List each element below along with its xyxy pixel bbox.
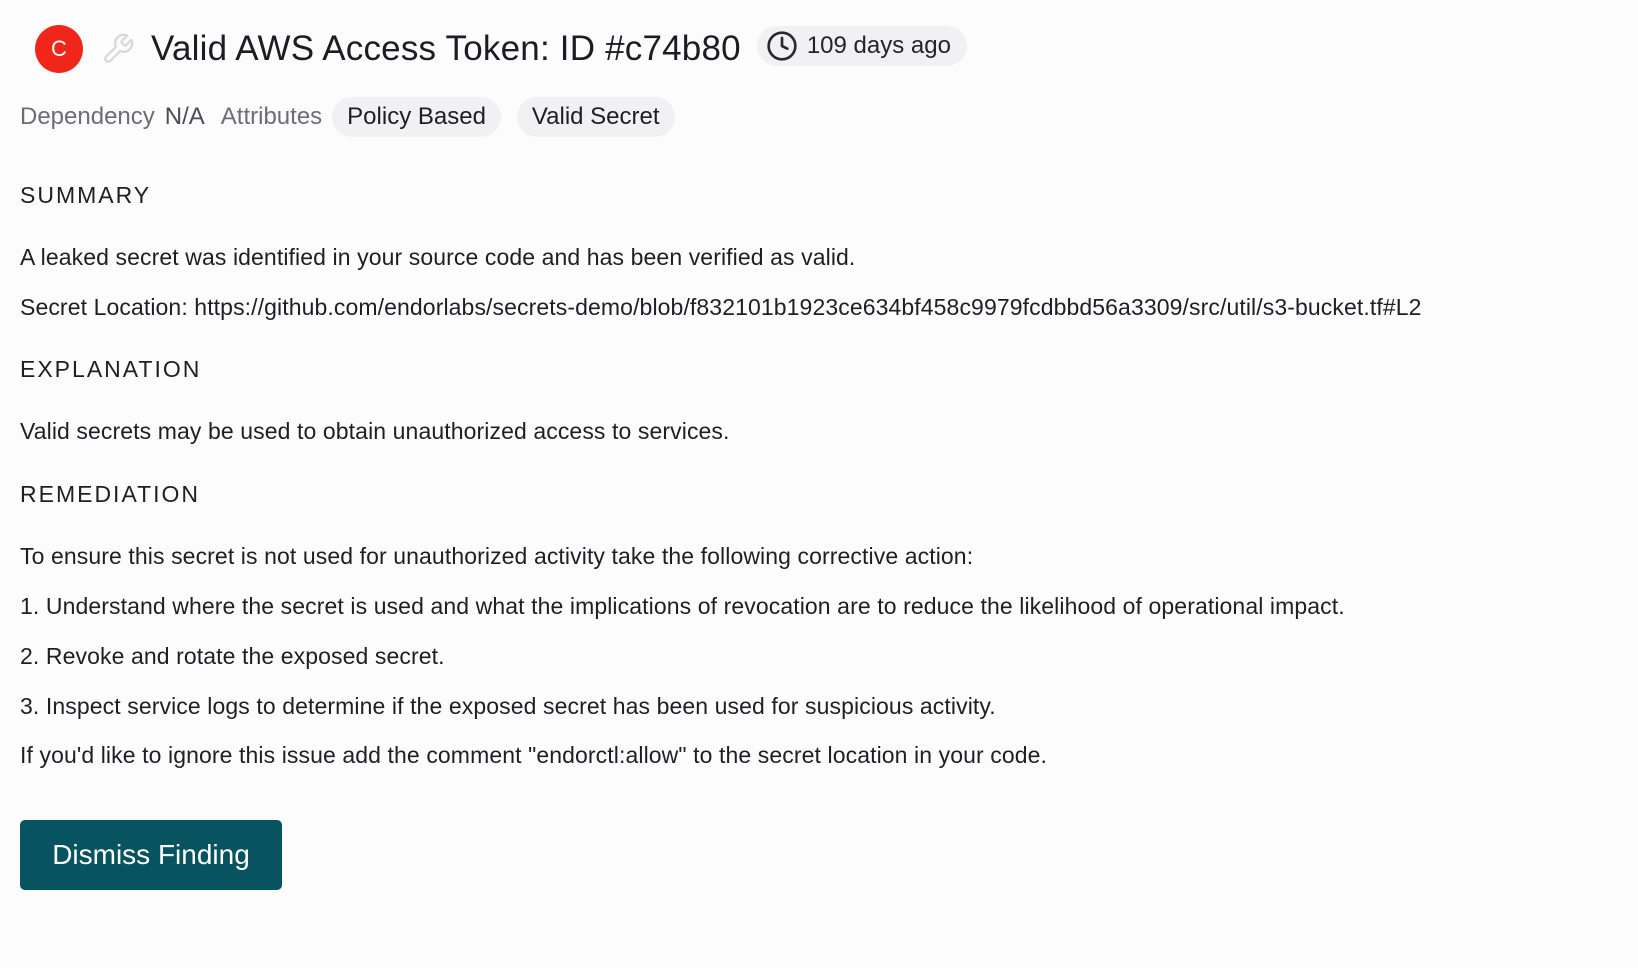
severity-badge: C: [35, 25, 83, 73]
dependency-label: Dependency: [20, 103, 155, 130]
remediation-heading: REMEDIATION: [20, 481, 201, 507]
age-text: 109 days ago: [806, 32, 951, 59]
clock-icon: [765, 29, 799, 63]
summary-text: A leaked secret was identified in your s…: [20, 244, 856, 270]
attributes-label: Attributes: [220, 103, 323, 130]
remediation-intro: To ensure this secret is not used for un…: [20, 543, 974, 569]
attribute-tag-valid-secret: Valid Secret: [516, 97, 675, 137]
ignore-note: If you'd like to ignore this issue add t…: [20, 742, 1048, 768]
attribute-tag-policy-based: Policy Based: [332, 97, 501, 137]
wrench-icon: [99, 30, 137, 68]
age-badge: 109 days ago: [756, 26, 967, 66]
remediation-step: 2. Revoke and rotate the exposed secret.: [20, 643, 445, 669]
summary-heading: SUMMARY: [20, 182, 152, 208]
finding-title: Valid AWS Access Token: ID #c74b80: [151, 29, 741, 68]
remediation-step: 1. Understand where the secret is used a…: [20, 593, 1345, 619]
finding-header: C Valid AWS Access Token: ID #c74b80 109…: [20, 24, 967, 74]
attributes-row: Dependency N/A Attributes Policy Based V…: [20, 97, 675, 137]
severity-letter: C: [51, 36, 67, 61]
explanation-text: Valid secrets may be used to obtain unau…: [20, 418, 730, 444]
remediation-step: 3. Inspect service logs to determine if …: [20, 693, 996, 719]
secret-location: Secret Location: https://github.com/endo…: [20, 294, 1422, 320]
dependency-value: N/A: [164, 103, 205, 130]
explanation-heading: EXPLANATION: [20, 356, 202, 382]
dismiss-finding-button[interactable]: Dismiss Finding: [20, 820, 282, 890]
